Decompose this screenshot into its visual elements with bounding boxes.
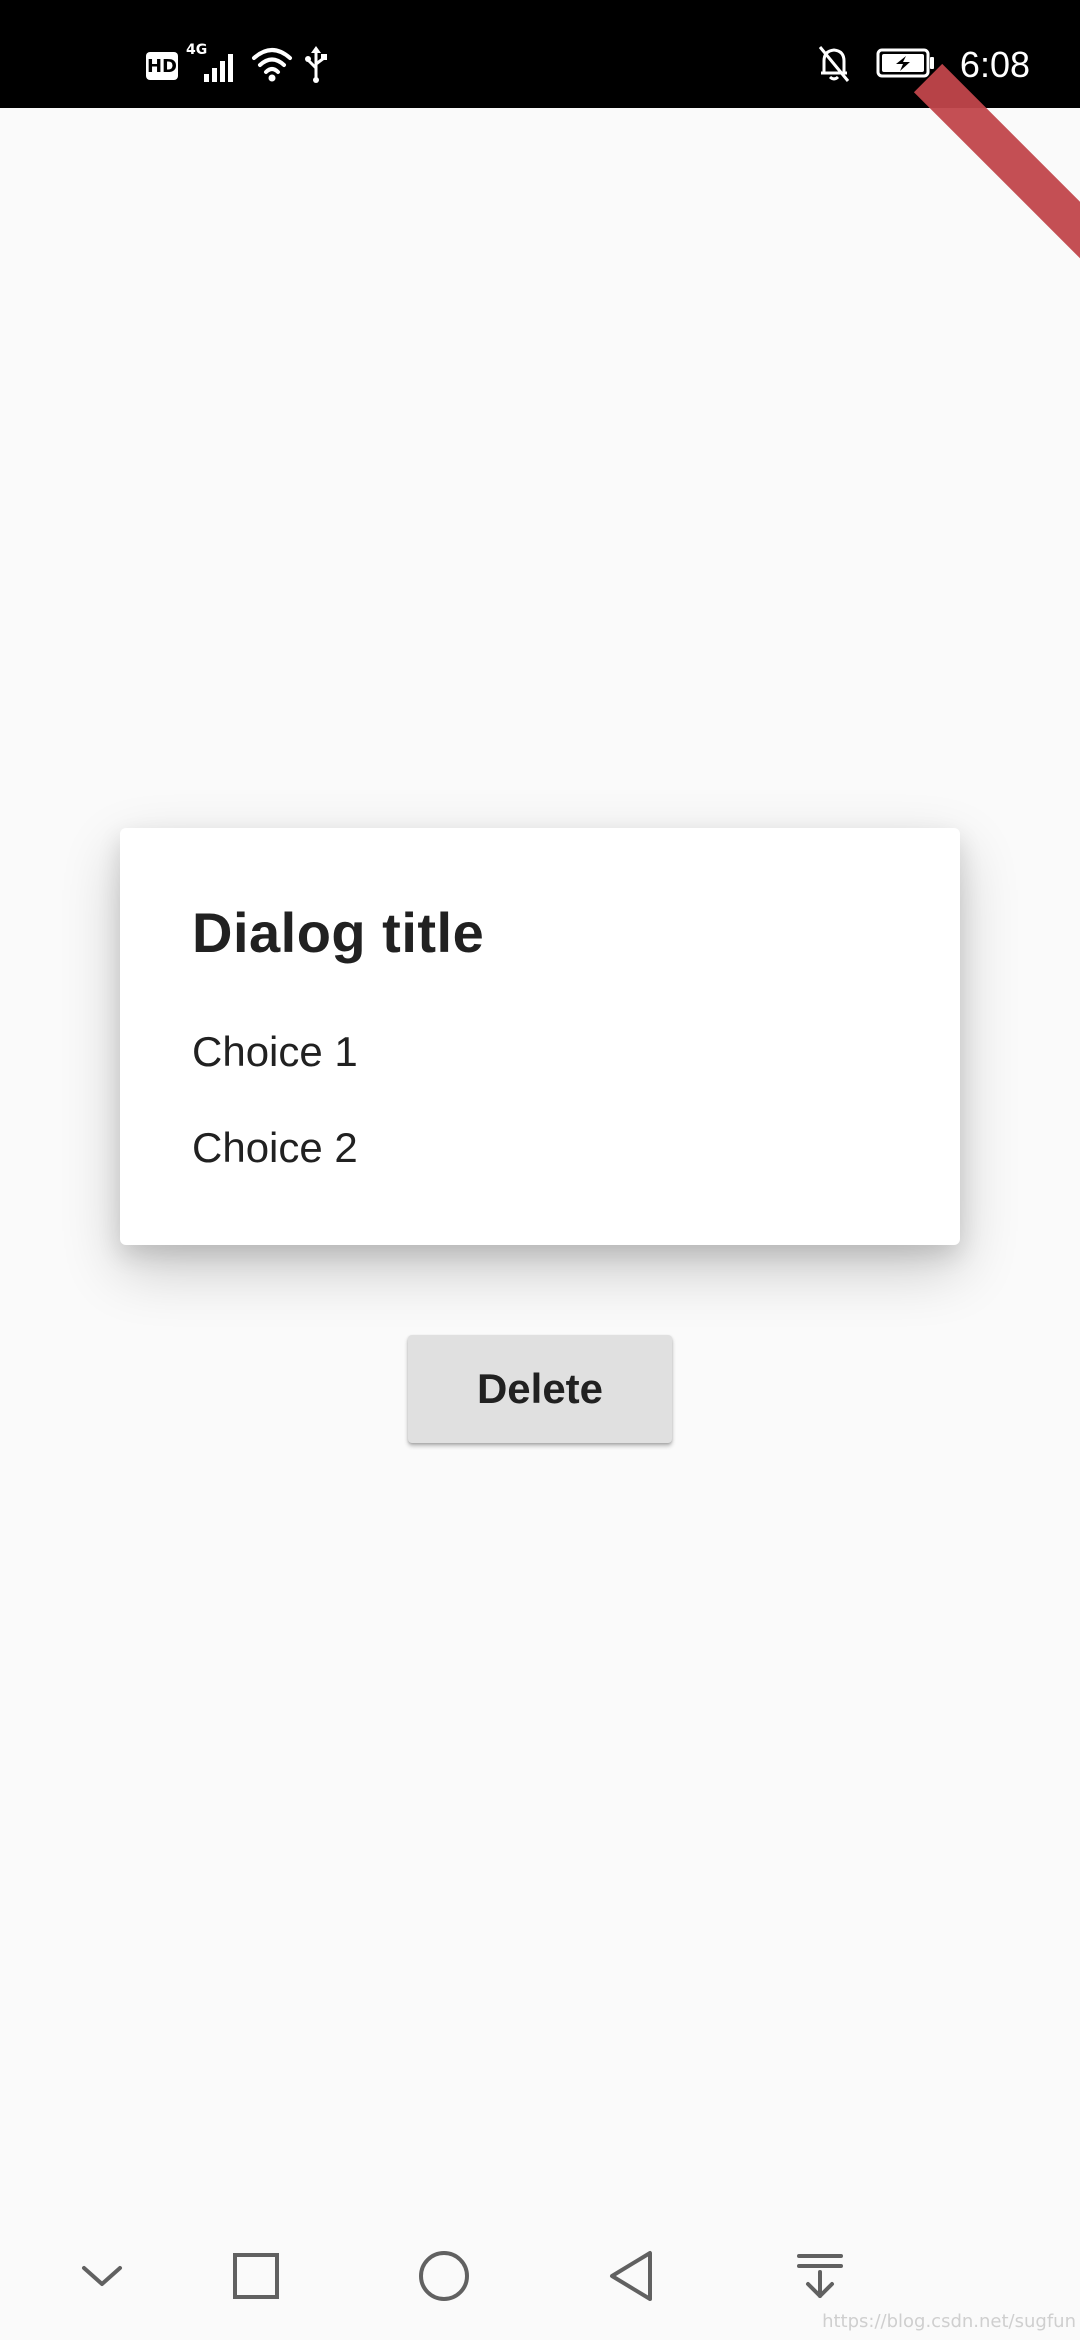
- app-screen: HD 4G 6:08 Dialog title Choice 1 Choice …: [0, 0, 1080, 2340]
- hd-icon: HD: [146, 52, 178, 80]
- notifications-pulldown-icon[interactable]: [778, 2234, 862, 2318]
- simple-dialog: Dialog title Choice 1 Choice 2: [120, 828, 960, 1245]
- home-circle-icon[interactable]: [402, 2234, 486, 2318]
- signal-icon: 4G: [186, 42, 242, 86]
- usb-icon: [302, 44, 330, 89]
- wifi-icon: [250, 44, 294, 89]
- dialog-title: Dialog title: [192, 901, 485, 964]
- dialog-option-1[interactable]: Choice 1: [192, 1028, 358, 1076]
- navigation-bar: https://blog.csdn.net/sugfun: [0, 2214, 1080, 2340]
- dialog-option-2[interactable]: Choice 2: [192, 1124, 358, 1172]
- clock-time: 6:08: [959, 44, 1030, 85]
- bell-off-icon: [816, 43, 852, 88]
- delete-button[interactable]: Delete: [408, 1335, 672, 1443]
- recents-square-icon[interactable]: [214, 2234, 298, 2318]
- watermark-url: https://blog.csdn.net/sugfun: [822, 2311, 1076, 2332]
- chevron-down-icon[interactable]: [60, 2234, 144, 2318]
- back-triangle-icon[interactable]: [590, 2234, 674, 2318]
- status-left-group: HD 4G: [146, 42, 330, 89]
